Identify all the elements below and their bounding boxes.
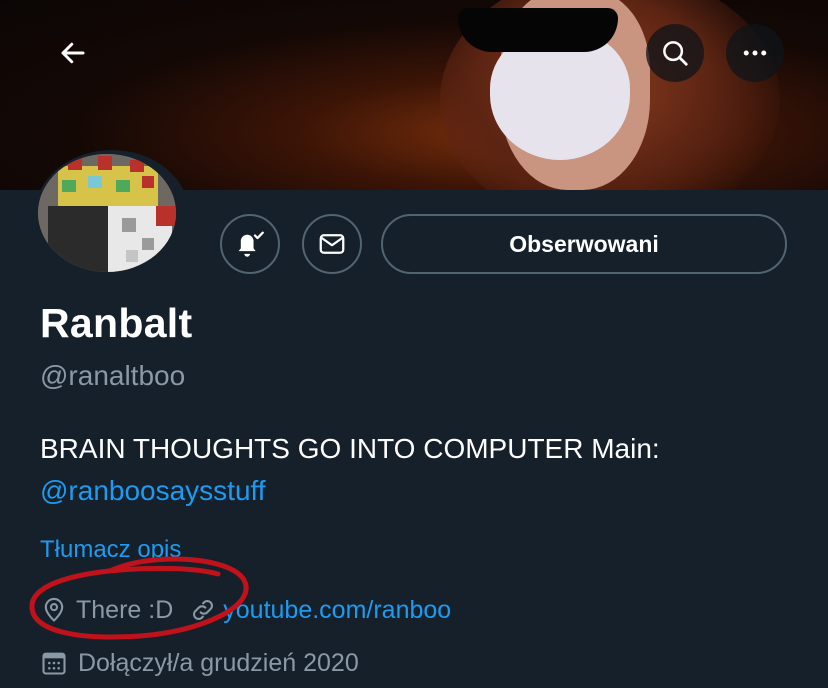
following-button[interactable]: Obserwowani [381, 214, 787, 274]
avatar[interactable] [34, 150, 190, 282]
bio-mention-link[interactable]: @ranboosaysstuff [40, 475, 266, 506]
username-handle: @ranaltboo [40, 360, 186, 391]
avatar-image [38, 154, 176, 272]
profile-page: Obserwowani Ranbalt @ranaltboo BRAIN THO… [0, 0, 828, 688]
search-icon [663, 41, 688, 66]
bell-check-icon [238, 231, 264, 257]
avatar-pixel-art [38, 154, 176, 272]
translate-bio-link[interactable]: Tłumacz opis [40, 536, 181, 564]
message-button[interactable] [302, 214, 362, 274]
display-name: Ranbalt [40, 300, 193, 346]
notifications-button[interactable] [220, 214, 280, 274]
more-horizontal-icon [743, 50, 767, 56]
search-button[interactable] [646, 24, 704, 82]
back-button[interactable] [44, 24, 102, 82]
location-pin-icon [44, 597, 64, 622]
location-text: There :D [76, 595, 174, 624]
profile-meta-row: There :D youtube.com/ranboo [40, 592, 451, 628]
bio-text: BRAIN THOUGHTS GO INTO COMPUTER Main: [40, 433, 660, 464]
more-options-button[interactable] [726, 24, 784, 82]
joined-date-text: Dołączył/a grudzień 2020 [78, 648, 359, 677]
joined-date-row: Dołączył/a grudzień 2020 [40, 646, 359, 680]
profile-bio: BRAIN THOUGHTS GO INTO COMPUTER Main: @r… [40, 428, 800, 512]
banner-sunglasses [458, 8, 618, 52]
calendar-icon [42, 652, 66, 675]
website-link[interactable]: youtube.com/ranboo [223, 596, 451, 625]
link-icon [193, 599, 214, 621]
envelope-icon [319, 234, 345, 254]
arrow-left-icon [61, 42, 85, 64]
